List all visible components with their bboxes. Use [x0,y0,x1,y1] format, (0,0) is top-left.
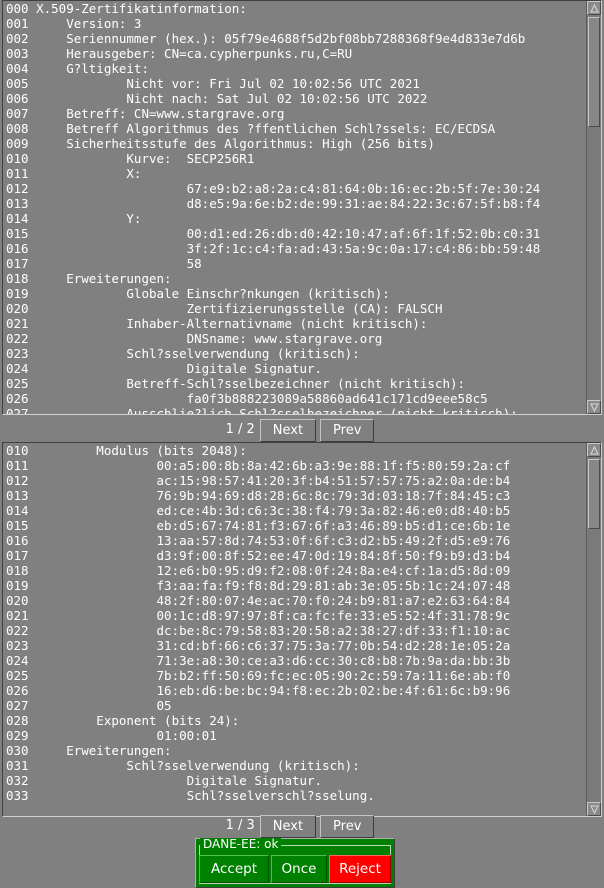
text-line: 020 48:2f:80:07:4e:ac:70:f0:24:b9:81:a7:… [6,593,511,608]
certificate-viewer-window: 000 X.509-Zertifikatinformation: 001 Vers… [0,0,604,888]
reject-button[interactable]: Reject [329,855,391,883]
text-line: 018 12:e6:b0:95:d9:f2:08:0f:24:8a:e4:cf:… [6,563,511,578]
text-line: 024 Digitale Signatur. [6,361,323,376]
scroll-thumb[interactable] [588,459,600,529]
text-line: 016 13:aa:57:8d:74:53:0f:6f:c3:d2:b5:49:… [6,533,511,548]
text-line: 013 d8:e5:9a:6e:b2:de:99:31:ae:84:22:3c:… [6,196,541,211]
text-line: 013 76:9b:94:69:d8:28:6c:8c:79:3d:03:18:… [6,488,511,503]
text-line: 012 67:e9:b2:a8:2a:c4:81:64:0b:16:ec:2b:… [6,181,541,196]
triangle-up-icon [589,446,599,455]
text-line: 024 71:3e:a8:30:ce:a3:d6:cc:30:c8:b8:7b:… [6,653,511,668]
public-key-detail-panel: 010 Modulus (bits 2048): 011 00:a5:00:8b:… [2,442,602,817]
text-line: 027 05 [6,698,172,713]
text-line: 028 Exponent (bits 24): [6,713,240,728]
text-line: 026 16:eb:d6:be:bc:94:f8:ec:2b:02:be:4f:… [6,683,511,698]
public-key-detail-scrollbar[interactable] [586,443,601,816]
prev-page-button[interactable]: Prev [320,814,375,838]
triangle-down-icon [589,403,599,412]
next-page-button[interactable]: Next [259,418,317,442]
text-line: 017 58 [6,256,202,271]
text-line: 025 Betreff-Schl?sselbezeichner (nicht k… [6,376,466,391]
public-key-pager: 1 / 3 Next Prev [0,813,604,839]
text-line: 002 Seriennummer (hex.): 05f79e4688f5d2b… [6,31,526,46]
text-line: 015 00:d1:ed:26:db:d0:42:10:47:af:6f:1f:… [6,226,541,241]
dane-status-label: DANE-EE: ok [200,838,282,850]
text-line: 000 X.509-Zertifikatinformation: [6,1,247,16]
page-indicator: 1 / 3 [225,818,255,833]
text-line: 011 X: [6,166,142,181]
text-line: 023 31:cd:bf:66:c6:37:75:3a:77:0b:54:d2:… [6,638,511,653]
text-line: 026 fa0f3b888223089a58860ad641c171cd9eee… [6,391,488,406]
certificate-pager: 1 / 2 Next Prev [0,417,604,443]
next-page-button[interactable]: Next [259,814,317,838]
text-line: 009 Sicherheitsstufe des Algorithmus: Hi… [6,136,435,151]
text-line: 001 Version: 3 [6,16,142,31]
certificate-detail-panel: 000 X.509-Zertifikatinformation: 001 Vers… [2,0,602,415]
text-line: 020 Zertifizierungsstelle (CA): FALSCH [6,301,443,316]
text-line: 017 d3:9f:00:8f:52:ee:47:0d:19:84:8f:50:… [6,548,511,563]
text-line: 031 Schl?sselverwendung (kritisch): [6,758,360,773]
text-line: 032 Digitale Signatur. [6,773,323,788]
text-line: 030 Erweiterungen: [6,743,172,758]
certificate-detail-scrollbar[interactable] [586,1,601,414]
text-line: 025 7b:b2:ff:50:69:fc:ec:05:90:2c:59:7a:… [6,668,511,683]
text-line: 015 eb:d5:67:74:81:f3:67:6f:a3:46:89:b5:… [6,518,511,533]
text-line: 023 Schl?sselverwendung (kritisch): [6,346,360,361]
text-line: 007 Betreff: CN=www.stargrave.org [6,106,285,121]
text-line: 018 Erweiterungen: [6,271,172,286]
text-line: 014 Y: [6,211,142,226]
once-button[interactable]: Once [271,855,327,883]
text-line: 022 DNSname: www.stargrave.org [6,331,383,346]
text-line: 008 Betreff Algorithmus des ?ffentlichen… [6,121,496,136]
text-line: 021 Inhaber-Alternativname (nicht kritis… [6,316,428,331]
text-line: 027 Ausschlie?lich Schl?sselbezeichner (… [6,406,518,414]
text-line: 019 Globale Einschr?nkungen (kritisch): [6,286,390,301]
text-line: 019 f3:aa:fa:f9:f8:8d:29:81:ab:3e:05:5b:… [6,578,511,593]
scroll-thumb[interactable] [588,17,600,127]
text-line: 005 Nicht vor: Fri Jul 02 10:02:56 UTC 2… [6,76,420,91]
prev-page-button[interactable]: Prev [320,418,375,442]
scroll-up-button[interactable] [587,1,601,15]
triangle-up-icon [589,4,599,13]
text-line: 012 ac:15:98:57:41:20:3f:b4:51:57:57:75:… [6,473,511,488]
text-line: 010 Kurve: SECP256R1 [6,151,255,166]
text-line: 014 ed:ce:4b:3d:c6:3c:38:f4:79:3a:82:46:… [6,503,511,518]
text-line: 021 00:1c:d8:97:97:8f:ca:fc:fe:33:e5:52:… [6,608,511,623]
text-line: 004 G?ltigkeit: [6,61,149,76]
text-line: 006 Nicht nach: Sat Jul 02 10:02:56 UTC … [6,91,428,106]
accept-button[interactable]: Accept [199,855,269,883]
scroll-up-button[interactable] [587,443,601,457]
text-line: 022 dc:be:8c:79:58:83:20:58:a2:38:27:df:… [6,623,511,638]
dane-button-row: Accept Once Reject [199,855,391,883]
page-indicator: 1 / 2 [225,422,255,437]
certificate-detail-text[interactable]: 000 X.509-Zertifikatinformation: 001 Vers… [3,1,586,414]
text-line: 003 Herausgeber: CN=ca.cypherpunks.ru,C=… [6,46,353,61]
public-key-detail-text[interactable]: 010 Modulus (bits 2048): 011 00:a5:00:8b:… [3,443,586,816]
scroll-down-button[interactable] [587,400,601,414]
text-line: 029 01:00:01 [6,728,217,743]
text-line: 011 00:a5:00:8b:8a:42:6b:a3:9e:88:1f:f5:… [6,458,511,473]
text-line: 010 Modulus (bits 2048): [6,443,247,458]
text-line: 033 Schl?sselverschl?sselung. [6,788,375,803]
text-line: 016 3f:2f:1c:c4:fa:ad:43:5a:9c:0a:17:c4:… [6,241,541,256]
